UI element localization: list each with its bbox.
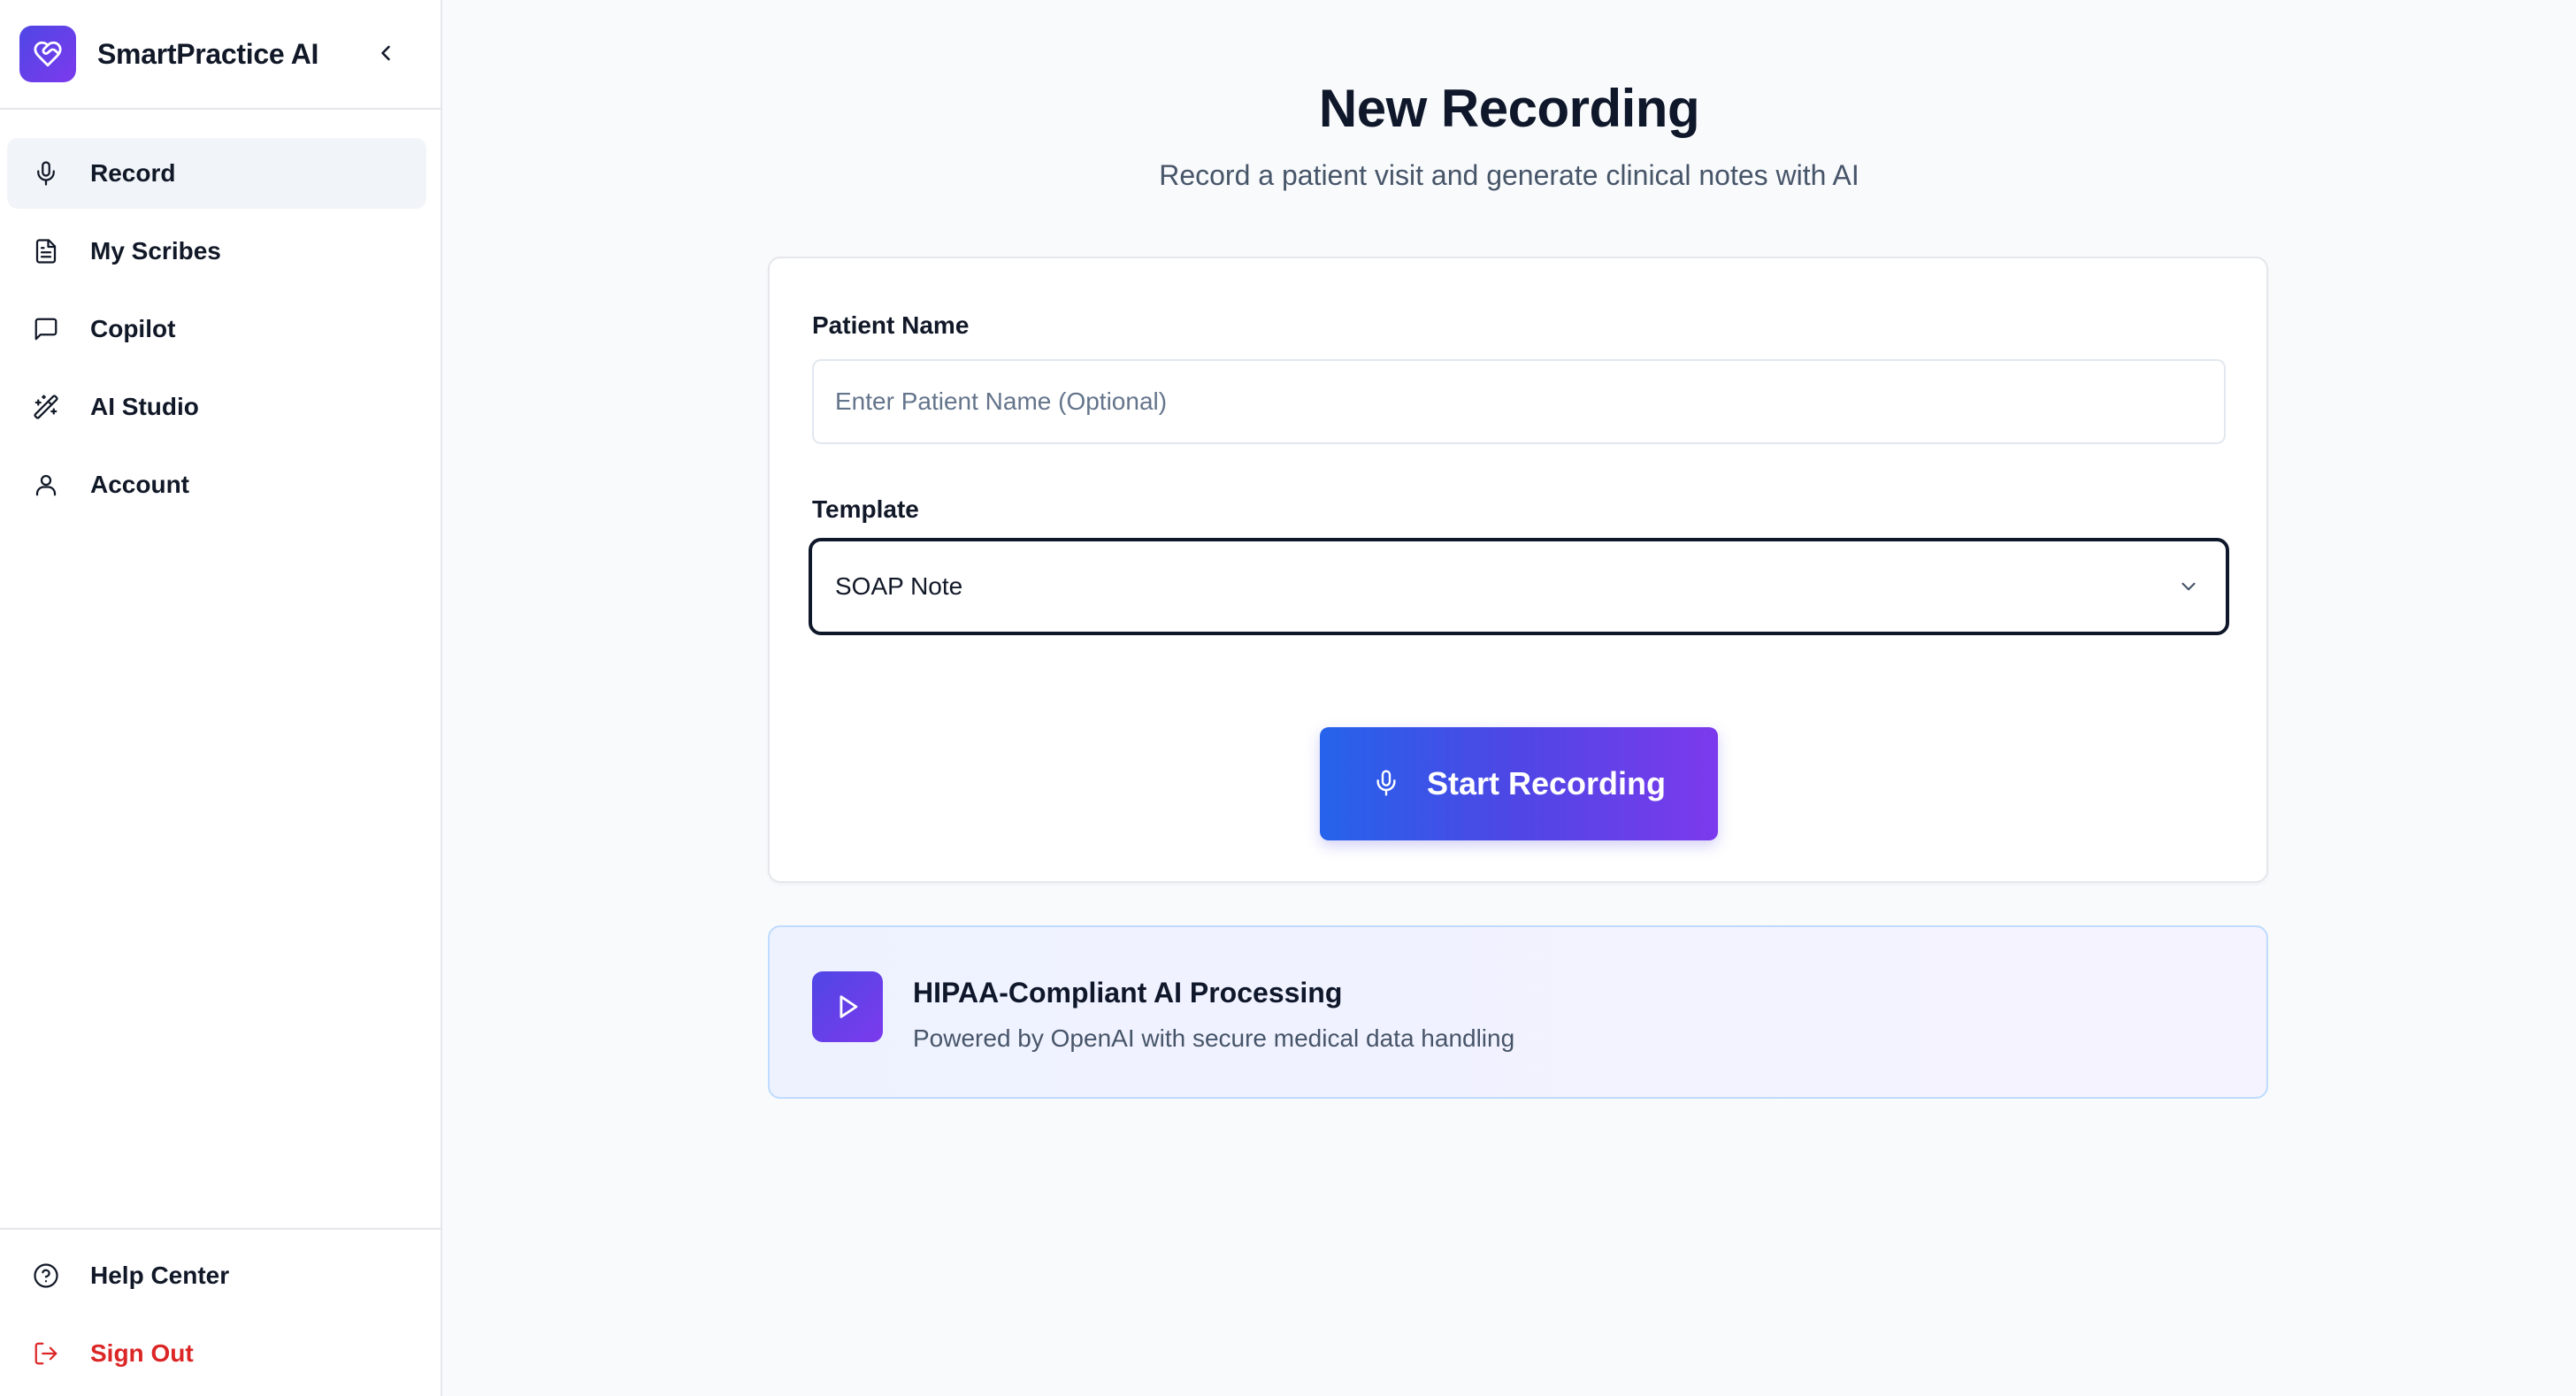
heart-handshake-icon[interactable] <box>19 26 76 82</box>
document-icon <box>30 235 62 267</box>
brand-name: SmartPractice AI <box>97 37 319 70</box>
page-title: New Recording <box>1318 79 1700 138</box>
hipaa-info-card: HIPAA-Compliant AI Processing Powered by… <box>768 925 2268 1099</box>
sidebar-footer: Help Center Sign Out <box>0 1228 441 1396</box>
sidebar-item-account[interactable]: Account <box>7 449 426 520</box>
sidebar-item-label: Sign Out <box>90 1339 194 1367</box>
template-label: Template <box>812 495 919 523</box>
start-recording-button[interactable]: Start Recording <box>1320 727 1718 840</box>
main-content: New Recording Record a patient visit and… <box>442 0 2576 1396</box>
info-description: Powered by OpenAI with secure medical da… <box>913 1024 1515 1052</box>
chevron-left-icon <box>373 41 398 70</box>
patient-name-input[interactable] <box>812 359 2226 444</box>
sidebar-item-my-scribes[interactable]: My Scribes <box>7 216 426 287</box>
sidebar-item-ai-studio[interactable]: AI Studio <box>7 372 426 442</box>
play-icon <box>812 971 883 1042</box>
sidebar-item-label: Record <box>90 159 176 187</box>
user-icon <box>30 469 62 501</box>
info-title: HIPAA-Compliant AI Processing <box>913 977 1343 1009</box>
sidebar-item-label: Copilot <box>90 315 176 342</box>
microphone-icon <box>1372 769 1400 800</box>
sidebar-item-label: Help Center <box>90 1262 230 1289</box>
collapse-sidebar-button[interactable] <box>366 35 405 74</box>
page-subtitle: Record a patient visit and generate clin… <box>1159 159 1859 191</box>
sign-out-button[interactable]: Sign Out <box>7 1315 426 1392</box>
chat-bubble-icon <box>30 313 62 345</box>
magic-wand-icon <box>30 391 62 423</box>
sidebar-item-record[interactable]: Record <box>7 138 426 209</box>
start-recording-label: Start Recording <box>1426 765 1667 802</box>
sidebar-nav: Record My Scribes Copilot AI Studio Acco… <box>0 110 441 520</box>
sidebar-item-label: My Scribes <box>90 237 221 265</box>
app-root: SmartPractice AI Record My Scribes Copil… <box>0 0 2576 1396</box>
brand-header: SmartPractice AI <box>0 0 441 110</box>
template-select[interactable]: SOAP Note <box>809 538 2229 635</box>
sidebar-item-help-center[interactable]: Help Center <box>7 1237 426 1315</box>
template-select-value: SOAP Note <box>835 572 963 600</box>
logout-icon <box>30 1338 62 1369</box>
sidebar-item-label: AI Studio <box>90 393 199 420</box>
patient-name-label: Patient Name <box>812 311 970 339</box>
sidebar-item-copilot[interactable]: Copilot <box>7 294 426 364</box>
microphone-icon <box>30 157 62 189</box>
sidebar-item-label: Account <box>90 471 189 498</box>
help-circle-icon <box>30 1260 62 1292</box>
sidebar: SmartPractice AI Record My Scribes Copil… <box>0 0 442 1396</box>
chevron-down-icon <box>2174 572 2203 601</box>
recording-form-card: Patient Name Template SOAP Note <box>768 257 2268 883</box>
